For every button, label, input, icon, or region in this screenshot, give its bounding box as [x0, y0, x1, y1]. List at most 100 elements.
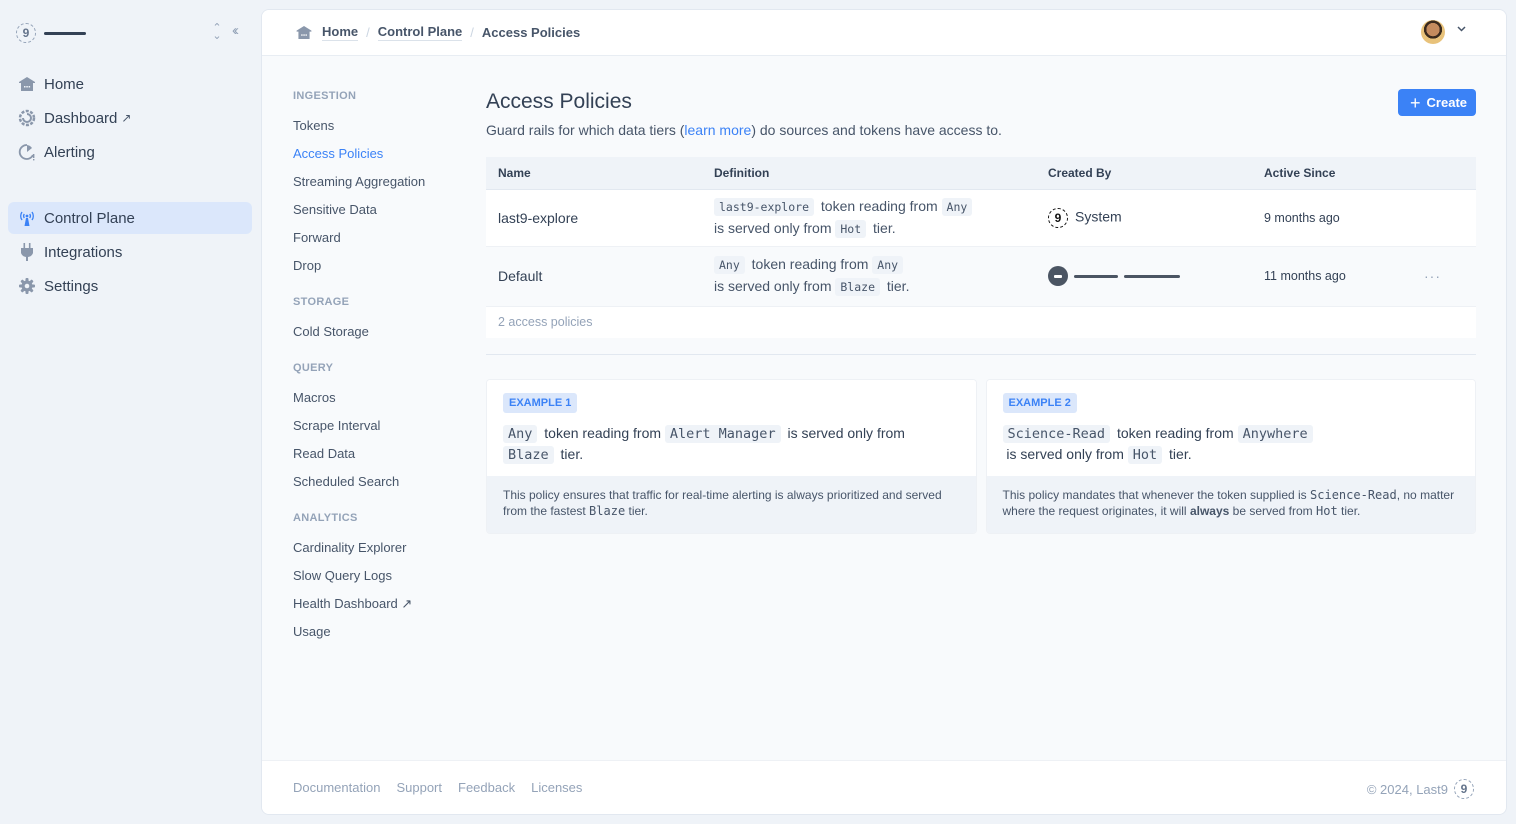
subnav-item-scheduled-search[interactable]: Scheduled Search: [293, 474, 473, 502]
token-chip: Any: [503, 425, 538, 443]
user-avatar-icon: [1048, 266, 1068, 286]
def-text: token reading from: [820, 197, 938, 214]
footer-link-support[interactable]: Support: [396, 780, 442, 795]
sidebar-item-label: Dashboard: [44, 109, 118, 127]
def-text: is served only from: [714, 278, 832, 294]
plug-icon: [18, 243, 36, 261]
table-row[interactable]: last9-explore last9-explore token readin…: [486, 189, 1476, 247]
column-header-active-since: Active Since: [1252, 157, 1412, 190]
footer-link-licenses[interactable]: Licenses: [531, 780, 582, 795]
breadcrumb: Home / Control Plane / Access Policies: [296, 24, 580, 41]
home-icon: [18, 75, 36, 93]
collapse-sidebar-icon[interactable]: ‹‹: [232, 22, 239, 39]
sidebar-item-label: Alerting: [44, 143, 95, 161]
sidebar-item-settings[interactable]: Settings: [8, 270, 252, 302]
subnav-item-health-dashboard[interactable]: Health Dashboard ↗: [293, 596, 473, 624]
section-divider: [486, 354, 1476, 355]
breadcrumb-control-plane[interactable]: Control Plane: [377, 24, 463, 41]
token-chip: Any: [714, 256, 745, 274]
subnav-item-streaming-aggregation[interactable]: Streaming Aggregation: [293, 174, 473, 202]
created-by-name: System: [1075, 208, 1122, 225]
top-bar: Home / Control Plane / Access Policies: [262, 10, 1506, 56]
example-card: EXAMPLE 2 Science-Read token reading fro…: [985, 379, 1476, 534]
source-chip: Any: [872, 256, 904, 274]
subnav-item-read-data[interactable]: Read Data: [293, 446, 473, 474]
subnav-item-access-policies[interactable]: Access Policies: [293, 146, 473, 174]
note-text: be served from: [1229, 504, 1317, 518]
subnav-item-sensitive-data[interactable]: Sensitive Data: [293, 202, 473, 230]
antenna-icon: [18, 209, 36, 227]
rule-text: token reading from: [544, 425, 662, 441]
policies-table: Name Definition Created By Active Since …: [486, 157, 1476, 338]
table-row[interactable]: Default Any token reading from Any is se…: [486, 246, 1476, 306]
subnav-item-drop[interactable]: Drop: [293, 258, 473, 286]
row-actions: [1412, 189, 1476, 247]
sidebar-item-home[interactable]: Home: [8, 68, 252, 100]
subnav-item-forward[interactable]: Forward: [293, 230, 473, 258]
policy-name[interactable]: last9-explore: [486, 189, 702, 247]
chevron-down-icon[interactable]: [1457, 24, 1466, 35]
home-icon[interactable]: [296, 26, 312, 39]
org-name-redacted: [44, 31, 86, 35]
subnav-item-tokens[interactable]: Tokens: [293, 118, 473, 146]
example-rule: Science-Read token reading from Anywhere…: [1002, 423, 1460, 465]
tier-chip: Hot: [835, 219, 867, 238]
subnav-item-usage[interactable]: Usage: [293, 624, 473, 652]
user-avatar[interactable]: [1421, 20, 1445, 44]
main-panel: Home / Control Plane / Access Policies I…: [261, 9, 1507, 815]
last9-system-icon: 9: [1048, 207, 1068, 228]
learn-more-link[interactable]: learn more: [684, 122, 751, 138]
control-plane-subnav: INGESTION Tokens Access Policies Streami…: [293, 90, 473, 652]
breadcrumb-home[interactable]: Home: [322, 24, 359, 41]
note-text: This policy mandates that whenever the t…: [1002, 488, 1311, 502]
copyright: © 2024, Last9 9: [1367, 779, 1474, 799]
sidebar-item-dashboard[interactable]: Dashboard ↗: [8, 102, 252, 134]
subnav-item-cold-storage[interactable]: Cold Storage: [293, 324, 473, 352]
last9-logo-icon: 9: [16, 23, 36, 43]
grafana-icon: [18, 109, 36, 127]
sidebar-item-alerting[interactable]: Alerting: [8, 136, 252, 168]
note-code: Blaze: [589, 504, 626, 518]
table-header-row: Name Definition Created By Active Since: [486, 157, 1476, 190]
subnav-item-macros[interactable]: Macros: [293, 390, 473, 418]
sidebar-item-control-plane[interactable]: Control Plane: [8, 202, 252, 234]
rule-text: token reading from: [1116, 425, 1234, 441]
row-actions: ···: [1412, 246, 1476, 306]
rule-text: tier.: [560, 446, 584, 462]
footer: Documentation Support Feedback Licenses …: [262, 760, 1506, 814]
def-text: token reading from: [751, 256, 869, 272]
desc-text: ) do sources and tokens have access to.: [751, 122, 1002, 138]
page-title: Access Policies: [486, 90, 632, 113]
subnav-section-title: STORAGE: [293, 296, 350, 308]
rule-text: is served only from: [1006, 446, 1124, 462]
sidebar-item-label: Control Plane: [44, 209, 135, 227]
redacted-bar: [1074, 274, 1118, 278]
subnav-section-title: INGESTION: [293, 90, 357, 102]
example-rule: Any token reading from Alert Manager is …: [503, 423, 960, 465]
sidebar-item-label: Integrations: [44, 243, 123, 261]
token-chip: Science-Read: [1002, 425, 1111, 443]
footer-link-documentation[interactable]: Documentation: [293, 780, 380, 795]
policy-definition: Any token reading from Any is served onl…: [702, 246, 1036, 306]
subnav-item-scrape-interval[interactable]: Scrape Interval: [293, 418, 473, 446]
rule-text: tier.: [1169, 446, 1192, 462]
sidebar-item-integrations[interactable]: Integrations: [8, 236, 252, 268]
note-text: This policy ensures that traffic for rea…: [503, 488, 942, 518]
org-switcher[interactable]: 9 ⌃ ⌄ ‹‹: [16, 22, 252, 44]
subnav-item-slow-query-logs[interactable]: Slow Query Logs: [293, 568, 473, 596]
subnav-item-cardinality-explorer[interactable]: Cardinality Explorer: [293, 540, 473, 568]
alert-clock-icon: [18, 143, 36, 161]
def-text: is served only from: [714, 219, 832, 236]
chevron-up-down-icon[interactable]: ⌃ ⌄: [212, 23, 222, 42]
source-chip: Anywhere: [1237, 425, 1313, 443]
tier-chip: Blaze: [503, 446, 554, 464]
more-options-icon[interactable]: ···: [1424, 268, 1441, 284]
example-badge: EXAMPLE 1: [503, 393, 578, 413]
def-text: tier.: [873, 219, 896, 236]
breadcrumb-separator: /: [470, 25, 474, 40]
create-button[interactable]: + Create: [1398, 89, 1476, 116]
policy-name[interactable]: Default: [486, 246, 702, 306]
example-note: This policy mandates that whenever the t…: [986, 476, 1475, 533]
footer-link-feedback[interactable]: Feedback: [458, 780, 515, 795]
created-by: 9 System: [1036, 189, 1252, 247]
